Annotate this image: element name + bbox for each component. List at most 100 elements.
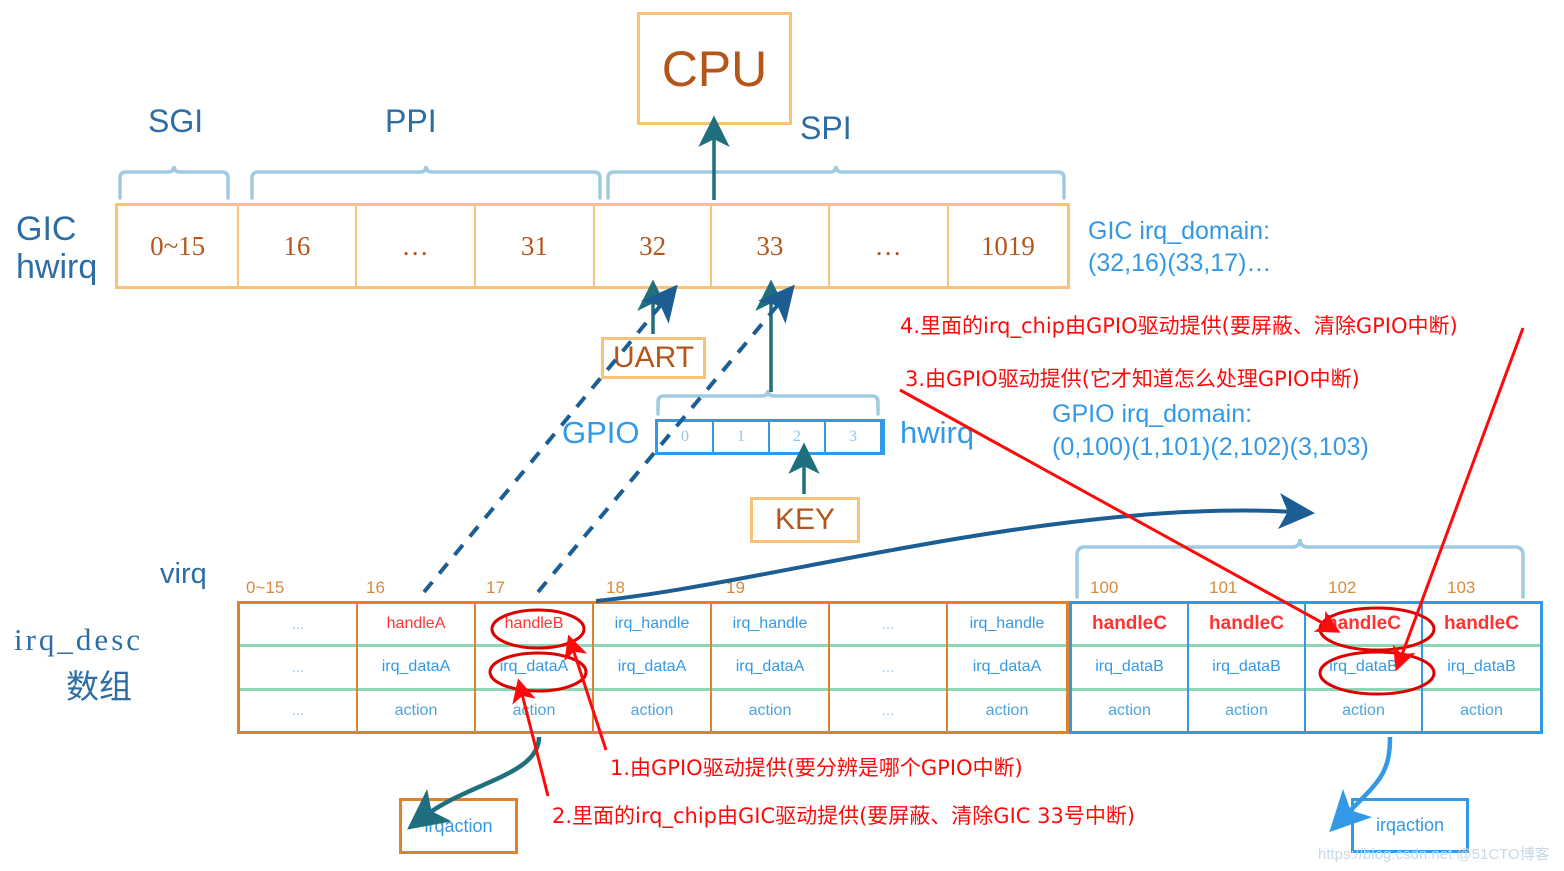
irq-desc-header-102: 102: [1328, 578, 1357, 597]
irq-desc-cell-data: irq_dataB: [1072, 647, 1187, 691]
irq-desc-header-19: 19: [726, 578, 745, 597]
gic-hwirq-cell-6: …: [830, 206, 949, 286]
key-label: KEY: [774, 503, 836, 536]
gpio-irq-domain-line1: GPIO irq_domain:: [1052, 400, 1253, 428]
gic-irq-domain-line2: (32,16)(33,17)…: [1088, 249, 1272, 277]
irqaction-right-label: irqaction: [1375, 815, 1445, 835]
irq-desc-table: ......... handleA irq_dataA action handleB ir…: [237, 601, 1548, 734]
gpio-hwirq-cell-1: 1: [714, 422, 770, 452]
gpio-group-brace: [656, 389, 880, 416]
gic-hwirq-cell-1: 16: [239, 206, 357, 286]
irq-desc-cell-data: irq_dataB: [1423, 647, 1540, 691]
irq-desc-cell-action: action: [394, 701, 438, 719]
irq-desc-cell-action: action: [1342, 701, 1385, 719]
gic-hwirq-cell-5: 33: [712, 206, 830, 286]
irqaction-box-left: irqaction: [399, 798, 518, 854]
irq-desc-cell-data: irq_dataA: [948, 647, 1066, 691]
irq-desc-cell-data: irq_dataA: [594, 647, 710, 691]
gic-irq-domain-text: GIC irq_domain: (32,16)(33,17)…: [1088, 215, 1271, 279]
group-label-ppi: PPI: [385, 103, 437, 139]
irqaction-left-label: irqaction: [424, 815, 493, 836]
irq-desc-column-orange-3: irq_handle irq_dataAaction: [594, 604, 712, 731]
irq-desc-cell-handle: ...: [240, 604, 356, 648]
gic-hwirq-cell-4: 32: [595, 206, 713, 286]
irq-desc-cell-handle: handleC: [1423, 604, 1540, 648]
irq-desc-header-100: 100: [1090, 578, 1119, 597]
gpio-irq-domain-line2: (0,100)(1,101)(2,102)(3,103): [1052, 433, 1369, 461]
uart-label: UART: [612, 341, 695, 374]
irq-desc-blue-section: handleC irq_dataB action handleC irq_dataB ac…: [1069, 601, 1543, 734]
cpu-box: CPU: [637, 12, 792, 125]
annotation-2: 2.里面的irq_chip由GIC驱动提供(要屏蔽、清除GIC 33号中断): [552, 804, 1136, 828]
irq-desc-label-cn: 数组: [66, 667, 132, 706]
irq-desc-cell-handle: handleC: [1072, 604, 1187, 648]
gic-hwirq-label-line1: GIC: [16, 210, 77, 248]
gpio-hwirq-label: hwirq: [900, 415, 975, 450]
gic-group-braces: [118, 165, 1066, 200]
irq-desc-cell-data: ...: [240, 647, 356, 691]
gic-irq-domain-line1: GIC irq_domain:: [1088, 217, 1271, 245]
gpio-hwirq-cell-0: 0: [658, 422, 714, 452]
irq-desc-cell-data: irq_dataB: [1306, 647, 1421, 691]
gpio-irq-domain-text: GPIO irq_domain: (0,100)(1,101)(2,102)(3…: [1052, 398, 1369, 464]
irq-desc-cell-action: action: [748, 701, 792, 719]
gic-hwirq-label: GIC hwirq: [16, 210, 97, 286]
irq-desc-label: irq_desc: [14, 622, 144, 657]
irq-desc-cell-handle: handleA: [358, 604, 474, 648]
group-label-sgi: SGI: [148, 103, 204, 139]
diagram-canvas: CPU SGI PPI SPI GIC hwirq 0~15 16… 31 32 33……: [0, 0, 1564, 871]
irq-desc-column-blue-2: handleC irq_dataB action: [1306, 604, 1423, 731]
irq-desc-column-orange-2: handleB irq_dataAaction: [476, 604, 594, 731]
group-label-spi: SPI: [800, 110, 852, 146]
cpu-label: CPU: [661, 40, 768, 97]
irq-desc-cell-action: action: [1460, 701, 1503, 719]
irq-desc-cell-data: irq_dataA: [358, 647, 474, 691]
irq-desc-header-16: 16: [366, 578, 385, 597]
irq-desc-cell-action: ...: [881, 702, 895, 720]
irq-desc-header-17: 17: [486, 578, 505, 597]
irq-desc-cell-handle: handleB: [476, 604, 592, 648]
gpio-hwirq-cell-3: 3: [826, 422, 882, 452]
irq-desc-column-orange-4: irq_handle irq_dataAaction: [712, 604, 830, 731]
irq-desc-column-orange-5: .........: [830, 604, 948, 731]
irq-desc-column-orange-1: handleA irq_dataAaction: [358, 604, 476, 731]
irq-desc-header-103: 103: [1447, 578, 1476, 597]
gic-hwirq-cell-7: 1019: [980, 230, 1035, 261]
annotation-3: 3.由GPIO驱动提供(它才知道怎么处理GPIO中断): [905, 367, 1360, 391]
gic-hwirq-strip: 0~15 16… 31 32 33… 1019: [115, 203, 1070, 289]
irq-desc-cell-handle: handleC: [1189, 604, 1304, 648]
irq-desc-cell-data: irq_dataB: [1189, 647, 1304, 691]
annotation-4: 4.里面的irq_chip由GPIO驱动提供(要屏蔽、清除GPIO中断): [900, 314, 1458, 338]
watermark: https://blog.csdn.net @51CTO博客: [1318, 846, 1550, 863]
annotation-1: 1.由GPIO驱动提供(要分辨是哪个GPIO中断): [610, 756, 1023, 780]
irq-desc-cell-action: action: [1108, 701, 1151, 719]
arrow-virq-to-gpio-domain: [595, 493, 1315, 603]
irq-desc-column-orange-0: .........: [240, 604, 358, 731]
irq-desc-cell-data: irq_dataA: [712, 647, 828, 691]
irq-desc-cell-handle: ...: [830, 604, 946, 648]
irq-desc-cell-action: action: [630, 701, 674, 719]
irq-desc-cell-handle: irq_handle: [712, 604, 828, 648]
gic-hwirq-label-line2: hwirq: [16, 248, 98, 286]
gpio-hwirq-cell-2: 2: [770, 422, 826, 452]
irq-desc-cell-data: irq_dataA: [476, 647, 592, 691]
irq-desc-header-101: 101: [1209, 578, 1238, 597]
irq-desc-cell-data: ...: [830, 647, 946, 691]
uart-box: UART: [601, 337, 706, 379]
irq-desc-column-blue-0: handleC irq_dataBaction: [1072, 604, 1189, 731]
irq-desc-cell-action: ...: [291, 702, 305, 720]
irq-desc-cell-action: action: [512, 701, 556, 719]
irq-desc-cell-action: action: [985, 701, 1029, 719]
gpio-label: GPIO: [562, 415, 640, 450]
gic-hwirq-cell-0: 0~15: [118, 206, 240, 286]
irq-desc-column-orange-6: irq_handle irq_dataAaction: [948, 604, 1066, 731]
irq-desc-cell-handle: irq_handle: [948, 604, 1066, 648]
irq-desc-header-0~15: 0~15: [246, 578, 285, 597]
key-box: KEY: [750, 497, 860, 543]
virq-label: virq: [160, 558, 207, 590]
irq-desc-column-blue-3: handleC irq_dataBaction: [1423, 604, 1540, 731]
irq-desc-header-18: 18: [606, 578, 625, 597]
irq-desc-cell-handle: irq_handle: [594, 604, 710, 648]
gpio-hwirq-strip: 0123: [655, 419, 885, 455]
irq-desc-column-blue-1: handleC irq_dataB action: [1189, 604, 1306, 731]
